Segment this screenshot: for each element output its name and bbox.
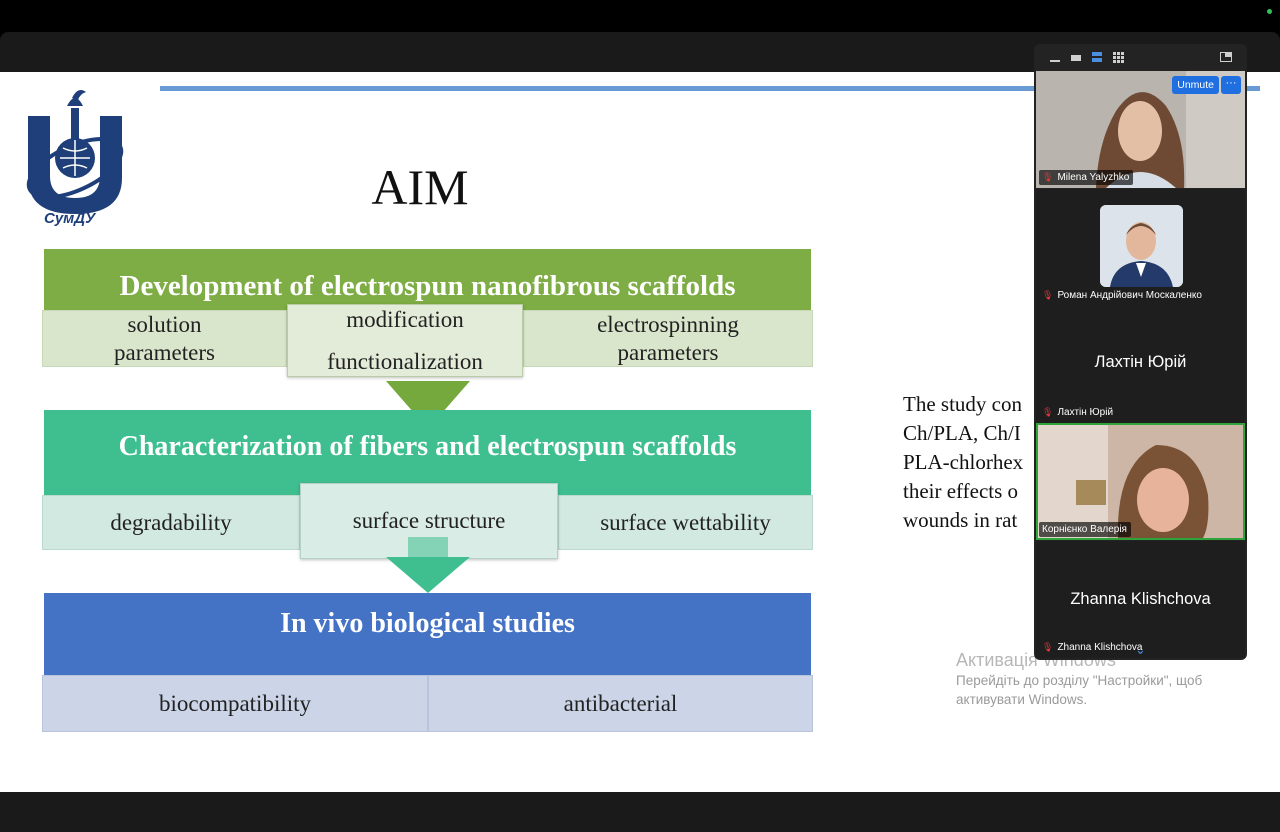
- item-line: electrospinning: [597, 311, 739, 337]
- speaker-view-icon[interactable]: [1092, 52, 1102, 62]
- watermark-line: активувати Windows.: [956, 692, 1088, 707]
- mic-muted-icon: 🎙: [1042, 172, 1054, 182]
- participant-tile-active-speaker[interactable]: Корнієнко Валерія: [1036, 423, 1245, 540]
- section-in-vivo-items: biocompatibility antibacterial: [42, 675, 813, 732]
- gallery-toolbar: [1034, 44, 1247, 70]
- item-modification-functionalization: modification functionalization: [287, 304, 523, 377]
- flow-arrow-stem: [408, 537, 448, 559]
- item-biocompatibility: biocompatibility: [42, 675, 428, 732]
- participant-name-tag: 🎙 Milena Yalyzhko: [1039, 170, 1134, 185]
- participant-name-tag: 🎙 Лахтін Юрій: [1039, 405, 1117, 420]
- participant-name: Роман Андрійович Москаленко: [1057, 290, 1202, 301]
- side-text: The study con Ch/PLA, Ch/I PLA-chlorhex …: [903, 390, 1043, 535]
- recording-indicator: [1267, 9, 1272, 14]
- avatar: [1100, 205, 1183, 287]
- item-line: parameters: [617, 339, 719, 365]
- participant-gallery[interactable]: Unmute ··· 🎙 Milena Yalyzhko 🎙 Роман Анд…: [1034, 44, 1247, 660]
- item-degradability: degradability: [42, 495, 300, 550]
- item-antibacterial: antibacterial: [428, 675, 813, 732]
- top-bar: [0, 0, 1280, 32]
- participant-tile[interactable]: Лахтін Юрій 🎙 Лахтін Юрій: [1036, 306, 1245, 423]
- item-line: modification: [346, 306, 464, 332]
- bottom-bar: [0, 792, 1280, 832]
- watermark-line: Перейдіть до розділу "Настройки", щоб: [956, 673, 1203, 688]
- mic-muted-icon: 🎙: [1042, 407, 1054, 417]
- side-text-line: PLA-chlorhex: [903, 450, 1024, 474]
- participant-name-tag: 🎙 Роман Андрійович Москаленко: [1039, 288, 1206, 303]
- gallery-view-icon[interactable]: [1113, 52, 1124, 63]
- side-text-line: wounds in rat: [903, 508, 1018, 532]
- chevron-down-icon[interactable]: ⌄: [1034, 642, 1247, 658]
- item-line: functionalization: [327, 348, 483, 374]
- section-development-items: solution parameters modification functio…: [42, 304, 813, 377]
- participant-name: Лахтін Юрій: [1057, 407, 1114, 418]
- participant-name: Корнієнко Валерія: [1042, 524, 1127, 535]
- exit-minimized-icon[interactable]: [1220, 52, 1232, 62]
- item-surface-wettability: surface wettability: [558, 495, 813, 550]
- slide-title: AIM: [371, 159, 469, 215]
- thumbnail-view-icon[interactable]: [1071, 55, 1081, 61]
- side-text-line: their effects o: [903, 479, 1019, 503]
- flow-arrow-icon: [386, 557, 470, 593]
- item-line: parameters: [114, 339, 215, 365]
- section-in-vivo-heading: In vivo biological studies: [44, 593, 811, 675]
- more-options-button[interactable]: ···: [1221, 76, 1241, 94]
- participant-display-name: Лахтін Юрій: [1094, 353, 1187, 371]
- participant-name: Milena Yalyzhko: [1057, 172, 1130, 183]
- participant-tile[interactable]: Unmute ··· 🎙 Milena Yalyzhko: [1036, 71, 1245, 188]
- item-line: solution: [127, 311, 202, 337]
- side-text-line: The study con: [903, 392, 1022, 416]
- side-text-line: Ch/PLA, Ch/I: [903, 421, 1021, 445]
- section-development-heading: Development of electrospun nanofibrous s…: [44, 249, 811, 310]
- participant-tile[interactable]: Zhanna Klishchova 🎙 Zhanna Klishchova: [1036, 541, 1245, 658]
- item-electrospinning-parameters: electrospinning parameters: [523, 310, 813, 367]
- participant-tile[interactable]: 🎙 Роман Андрійович Москаленко: [1036, 189, 1245, 306]
- mic-muted-icon: 🎙: [1042, 290, 1054, 300]
- minimize-icon[interactable]: [1050, 60, 1060, 62]
- unmute-button[interactable]: Unmute: [1172, 76, 1219, 94]
- logo-text: СумДУ: [44, 210, 96, 227]
- item-solution-parameters: solution parameters: [42, 310, 287, 367]
- participant-name-tag: Корнієнко Валерія: [1039, 522, 1131, 537]
- participant-display-name: Zhanna Klishchova: [1070, 590, 1211, 608]
